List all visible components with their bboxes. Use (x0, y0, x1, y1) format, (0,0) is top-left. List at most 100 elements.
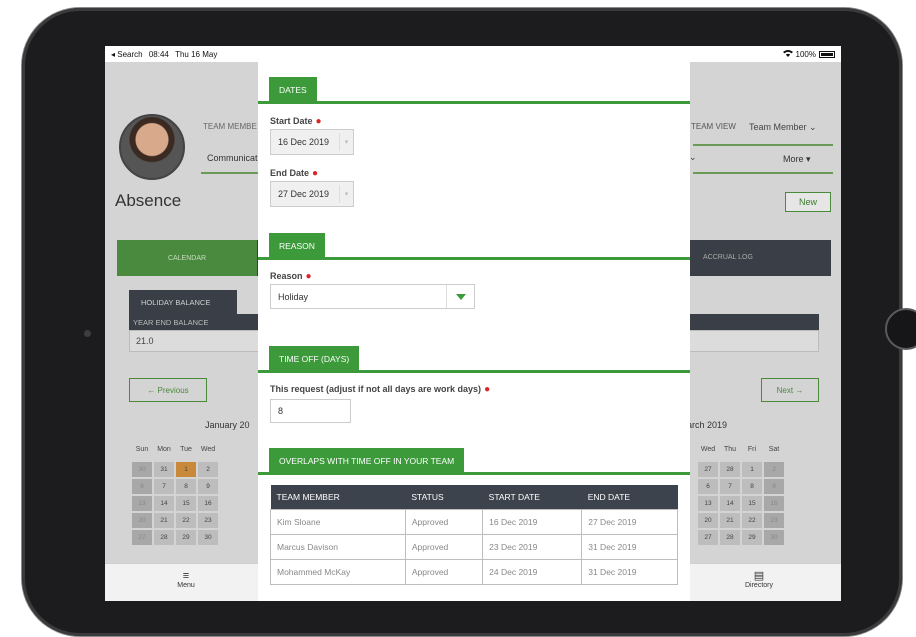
calendar-day[interactable]: 23 (198, 513, 218, 528)
calendar-day[interactable]: 30 (764, 530, 784, 545)
chevron-down-icon: ⌄ (689, 152, 697, 162)
column-header: START DATE (482, 485, 582, 509)
end-date-field[interactable]: 27 Dec 2019 ▾ (270, 181, 354, 207)
required-marker-icon: ● (484, 384, 491, 395)
reason-section-header: REASON (258, 233, 690, 260)
calendar-day[interactable]: 6 (132, 479, 152, 494)
status-back-label[interactable]: ◂ Search (111, 50, 143, 59)
calendar-day[interactable]: 29 (742, 530, 762, 545)
bg-divider (201, 172, 261, 174)
tab-directory[interactable]: ▤ Directory (741, 570, 777, 589)
right-month-title: arch 2019 (687, 420, 728, 430)
holiday-balance-tab[interactable]: HOLIDAY BALANCE (129, 290, 237, 314)
request-days-input[interactable]: 8 (270, 399, 351, 423)
calendar-day[interactable]: 6 (698, 479, 718, 494)
calendar-day[interactable]: 9 (764, 479, 784, 494)
time-off-section-header: TIME OFF (DAYS) (258, 346, 690, 373)
right-calendar-grid: 27 28 1 2 6 7 8 9 13 14 15 16 20 21 22 23 27 28 29 30 (698, 462, 784, 545)
calendar-day[interactable]: 23 (764, 513, 784, 528)
calendar-day[interactable]: 21 (154, 513, 174, 528)
table-header-row: TEAM MEMBER STATUS START DATE END DATE (270, 485, 678, 509)
calendar-day[interactable]: 13 (132, 496, 152, 511)
calendar-day[interactable]: 29 (176, 530, 196, 545)
chevron-down-icon: ▾ (339, 185, 353, 203)
calendar-day[interactable]: 22 (176, 513, 196, 528)
table-cell: Kim Sloane (270, 508, 406, 535)
calendar-day[interactable]: 7 (154, 479, 174, 494)
calendar-day[interactable]: 22 (742, 513, 762, 528)
calendar-day[interactable]: 28 (720, 462, 740, 477)
calendar-day[interactable]: 30 (198, 530, 218, 545)
calendar-day[interactable]: 7 (720, 479, 740, 494)
calendar-day[interactable]: 16 (764, 496, 784, 511)
calendar-day[interactable]: 27 (698, 530, 718, 545)
calendar-day[interactable]: 14 (720, 496, 740, 511)
calendar-day[interactable]: 16 (198, 496, 218, 511)
tab-accrual-log[interactable]: ACCRUAL LOG (703, 254, 753, 261)
calendar-day[interactable]: 1 (742, 462, 762, 477)
calendar-day[interactable]: 20 (132, 513, 152, 528)
bg-team-member-label: Team Member (749, 122, 807, 132)
reason-section-title: REASON (269, 233, 325, 259)
start-date-label: Start Date ● (270, 116, 322, 127)
calendar-day[interactable]: 15 (176, 496, 196, 511)
end-date-label-text: End Date (270, 168, 310, 178)
calendar-day[interactable]: 31 (154, 462, 174, 477)
section-divider (258, 370, 690, 373)
reason-label-text: Reason (270, 271, 303, 281)
bg-divider (693, 172, 833, 174)
calendar-day[interactable]: 8 (742, 479, 762, 494)
calendar-day[interactable]: 20 (698, 513, 718, 528)
calendar-day[interactable]: 27 (698, 462, 718, 477)
required-marker-icon: ● (312, 168, 319, 179)
battery-percent: 100% (795, 49, 816, 59)
calendar-day[interactable]: 30 (132, 462, 152, 477)
table-cell: Approved (404, 533, 484, 560)
weekday-label: Sun (135, 446, 149, 453)
table-row: Marcus Davison Approved 23 Dec 2019 31 D… (270, 533, 678, 560)
table-cell: 23 Dec 2019 (482, 533, 583, 560)
start-date-field[interactable]: 16 Dec 2019 ▾ (270, 129, 354, 155)
table-cell: Marcus Davison (270, 533, 406, 560)
new-button[interactable]: New (785, 192, 831, 212)
calendar-day[interactable]: 14 (154, 496, 174, 511)
weekday-label: Tue (180, 446, 192, 453)
bg-more-label: More (783, 154, 804, 164)
calendar-day[interactable]: 8 (176, 479, 196, 494)
tab-menu[interactable]: ≡ Menu (171, 570, 201, 589)
calendar-day[interactable]: 21 (720, 513, 740, 528)
weekday-label: Fri (747, 446, 757, 453)
bg-team-member-menu[interactable]: Team Member ⌄ (749, 122, 817, 133)
calendar-day[interactable]: 2 (198, 462, 218, 477)
calendar-day[interactable]: 28 (720, 530, 740, 545)
calendar-day[interactable]: 28 (154, 530, 174, 545)
home-button[interactable] (885, 308, 916, 350)
bg-team-view-link[interactable]: TEAM VIEW (691, 122, 736, 131)
table-cell: Mohammed McKay (270, 558, 406, 585)
reason-label: Reason ● (270, 271, 312, 282)
bg-more-menu[interactable]: More ▾ (783, 154, 811, 165)
next-button[interactable]: Next → (761, 378, 819, 402)
calendar-day[interactable]: 9 (198, 479, 218, 494)
wifi-icon (782, 49, 793, 59)
weekday-label: Wed (200, 446, 216, 453)
previous-button[interactable]: ← Previous (129, 378, 207, 402)
table-cell: Approved (404, 558, 484, 585)
battery-icon (819, 50, 835, 58)
calendar-day[interactable]: 1 (176, 462, 196, 477)
tab-calendar[interactable]: CALENDAR (117, 240, 257, 276)
reason-select[interactable]: Holiday (270, 284, 475, 309)
caret-down-icon (446, 285, 474, 308)
calendar-day[interactable]: 13 (698, 496, 718, 511)
right-weekday-header: Wed Thu Fri Sat (697, 446, 785, 453)
calendar-day[interactable]: 15 (742, 496, 762, 511)
overlaps-section-title: OVERLAPS WITH TIME OFF IN YOUR TEAM (269, 448, 465, 474)
table-cell: 31 Dec 2019 (581, 558, 678, 585)
calendar-day[interactable]: 2 (764, 462, 784, 477)
overlaps-section-header: OVERLAPS WITH TIME OFF IN YOUR TEAM (258, 448, 690, 475)
required-marker-icon: ● (305, 271, 312, 282)
calendar-day[interactable]: 27 (132, 530, 152, 545)
table-row: Kim Sloane Approved 16 Dec 2019 27 Dec 2… (270, 508, 678, 535)
end-date-label: End Date ● (270, 168, 318, 179)
reason-value: Holiday (278, 291, 309, 302)
